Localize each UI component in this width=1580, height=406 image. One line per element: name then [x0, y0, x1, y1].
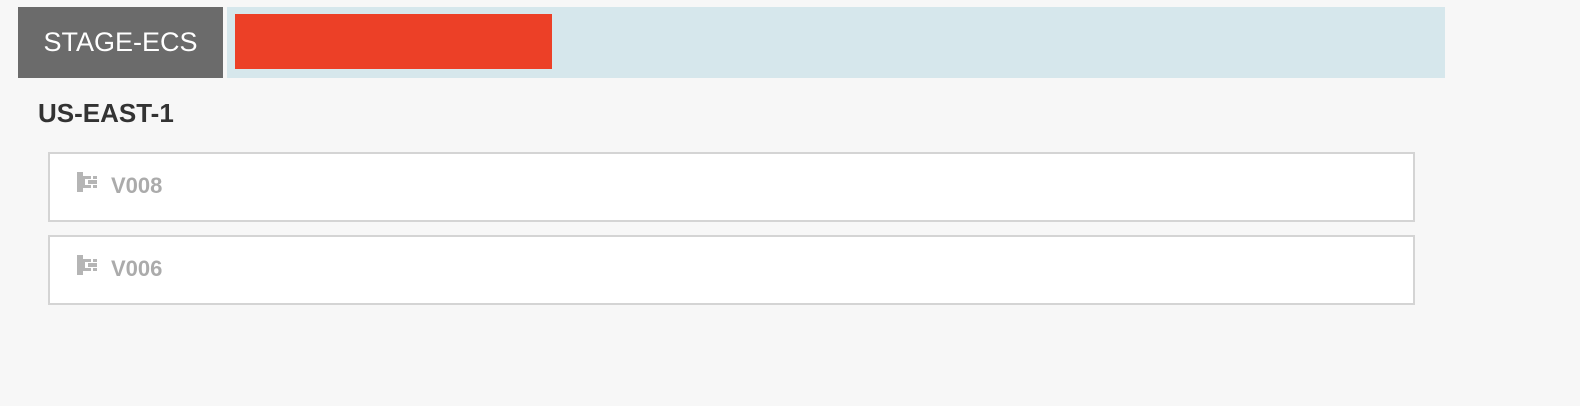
- health-bar-fill: [235, 14, 552, 69]
- server-group-label: V008: [111, 173, 163, 198]
- server-group-row[interactable]: V006: [48, 235, 1415, 305]
- region-title: US-EAST-1: [38, 98, 174, 128]
- cluster-name[interactable]: STAGE-ECS: [18, 7, 223, 78]
- cluster-header: STAGE-ECS: [18, 7, 1445, 78]
- health-bar[interactable]: [227, 7, 1445, 78]
- server-group-row[interactable]: V008: [48, 152, 1415, 222]
- server-group-icon: [75, 254, 99, 276]
- server-group-icon: [75, 171, 99, 193]
- server-group-label: V006: [111, 256, 163, 281]
